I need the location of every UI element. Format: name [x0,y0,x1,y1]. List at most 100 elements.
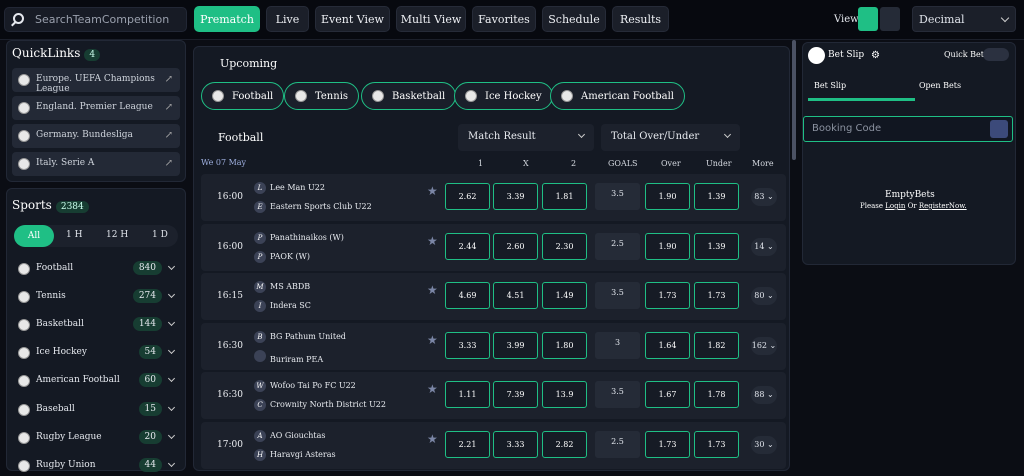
favorite-star-icon[interactable]: ★ [427,283,438,297]
nav-prematch[interactable]: Prematch [194,6,260,32]
goals-select[interactable]: 3.5 [595,183,640,210]
filter-1h[interactable]: 1 H [66,230,82,240]
favorite-star-icon[interactable]: ★ [427,382,438,396]
filter-all[interactable]: All [14,225,54,247]
event-row[interactable]: 16:00 P Panathinaikos (W) P PAOK (W) ★ 2.4… [201,224,786,271]
odd-over[interactable]: 1.73 [645,431,690,458]
more-markets-button[interactable]: 14 ⌄ [751,238,777,256]
favorite-star-icon[interactable]: ★ [427,333,438,347]
ice-hockey-icon [18,347,30,359]
event-row[interactable]: 16:30 B BG Pathum United Buriram PEA ★ 3.… [201,323,786,370]
grid-view-icon[interactable] [880,7,900,31]
goals-select[interactable]: 2.5 [595,233,640,260]
scrollbar[interactable] [792,40,796,160]
quicklink-item[interactable]: England. Premier League ↗ [12,96,180,120]
goals-select[interactable]: 3.5 [595,381,640,408]
sport-item-baseball[interactable]: Baseball 15 [16,400,184,420]
nav-favorites[interactable]: Favorites [472,6,536,32]
odd-over[interactable]: 1.90 [645,233,690,260]
tab-american-football[interactable]: American Football [550,82,685,110]
booking-code-input[interactable]: Booking Code [803,116,1013,142]
favorite-star-icon[interactable]: ★ [427,184,438,198]
quicklink-item[interactable]: Germany. Bundesliga ↗ [12,124,180,148]
sport-item-tennis[interactable]: Tennis 274 [16,287,184,307]
odd-2[interactable]: 1.80 [542,332,587,359]
quicklink-item[interactable]: Europe. UEFA Champions League ↗ [12,68,180,94]
goals-select[interactable]: 3 [595,332,640,359]
settings-icon[interactable]: ⚙ [871,50,880,61]
odd-1[interactable]: 1.11 [445,381,490,408]
filter-12h[interactable]: 12 H [106,230,128,240]
favorite-star-icon[interactable]: ★ [427,234,438,248]
odd-x[interactable]: 3.39 [493,183,538,210]
tab-basketball[interactable]: Basketball [361,82,457,110]
sport-item-basketball[interactable]: Basketball 144 [16,315,184,335]
quicklink-item[interactable]: Italy. Serie A ↗ [12,152,180,176]
goals-select[interactable]: 2.5 [595,431,640,458]
odd-over[interactable]: 1.64 [645,332,690,359]
tab-ice-hockey[interactable]: Ice Hockey [454,82,553,110]
register-link[interactable]: RegisterNow. [919,202,967,210]
more-markets-button[interactable]: 162 ⌄ [751,337,777,355]
filter-1d[interactable]: 1 D [152,230,168,240]
odd-x[interactable]: 2.60 [493,233,538,260]
sport-item-football[interactable]: Football 840 [16,259,184,279]
event-row[interactable]: 17:00 A AO Giouchtas H Haravgi Asteras ★ 2… [201,422,786,469]
odd-under[interactable]: 1.73 [694,282,739,309]
odd-under[interactable]: 1.73 [694,431,739,458]
tab-football[interactable]: Football [201,82,285,110]
odd-x[interactable]: 4.51 [493,282,538,309]
odd-2[interactable]: 1.81 [542,183,587,210]
favorite-star-icon[interactable]: ★ [427,432,438,446]
more-markets-button[interactable]: 88 ⌄ [751,386,777,404]
odd-1[interactable]: 2.62 [445,183,490,210]
more-markets-button[interactable]: 80 ⌄ [751,287,777,305]
search-input[interactable]: SearchTeamCompetition [4,7,187,32]
sport-item-ice-hockey[interactable]: Ice Hockey 54 [16,343,184,363]
total-select[interactable]: Total Over/Under [601,124,740,151]
odd-x[interactable]: 3.99 [493,332,538,359]
odd-under[interactable]: 1.39 [694,233,739,260]
odd-1[interactable]: 3.33 [445,332,490,359]
odd-1[interactable]: 2.21 [445,431,490,458]
sport-item-american-football[interactable]: American Football 60 [16,371,184,391]
nav-live[interactable]: Live [266,6,309,32]
odd-x[interactable]: 7.39 [493,381,538,408]
odd-2[interactable]: 1.49 [542,282,587,309]
odd-over[interactable]: 1.90 [645,183,690,210]
login-link[interactable]: Login [885,202,905,210]
odd-1[interactable]: 4.69 [445,282,490,309]
tab-tennis[interactable]: Tennis [284,82,360,110]
sport-item-rugby-union[interactable]: Rugby Union 44 [16,456,184,476]
nav-results[interactable]: Results [612,6,669,32]
more-markets-button[interactable]: 83 ⌄ [751,188,777,206]
odd-under[interactable]: 1.82 [694,332,739,359]
list-view-icon[interactable] [858,7,878,31]
event-row[interactable]: 16:15 M MS ABDB I Indera SC ★ 4.69 4.51 1.… [201,273,786,320]
tab-open-bets[interactable]: Open Bets [919,81,961,90]
odd-1[interactable]: 2.44 [445,233,490,260]
odds-format-select[interactable]: Decimal [912,6,1016,32]
nav-schedule[interactable]: Schedule [542,6,606,32]
sport-item-rugby-league[interactable]: Rugby League 20 [16,428,184,448]
more-markets-button[interactable]: 30 ⌄ [751,436,777,454]
odd-under[interactable]: 1.78 [694,381,739,408]
odd-over[interactable]: 1.73 [645,282,690,309]
nav-multi-view[interactable]: Multi View [396,6,466,32]
tab-bet-slip[interactable]: Bet Slip [814,81,846,90]
quick-bet-toggle[interactable] [983,48,1009,61]
odd-under[interactable]: 1.39 [694,183,739,210]
american-football-icon [18,375,30,387]
event-row[interactable]: 16:30 W Wofoo Tai Po FC U22 C Crownity Nor… [201,372,786,419]
home-team: M MS ABDB [254,281,310,293]
odd-over[interactable]: 1.67 [645,381,690,408]
odd-2[interactable]: 2.82 [542,431,587,458]
market-select[interactable]: Match Result [458,124,594,151]
nav-event-view[interactable]: Event View [315,6,390,32]
odd-x[interactable]: 3.33 [493,431,538,458]
search-icon[interactable] [990,120,1008,138]
goals-select[interactable]: 3.5 [595,282,640,309]
event-row[interactable]: 16:00 L Lee Man U22 E Eastern Sports Club … [201,174,786,221]
odd-2[interactable]: 13.9 [542,381,587,408]
odd-2[interactable]: 2.30 [542,233,587,260]
